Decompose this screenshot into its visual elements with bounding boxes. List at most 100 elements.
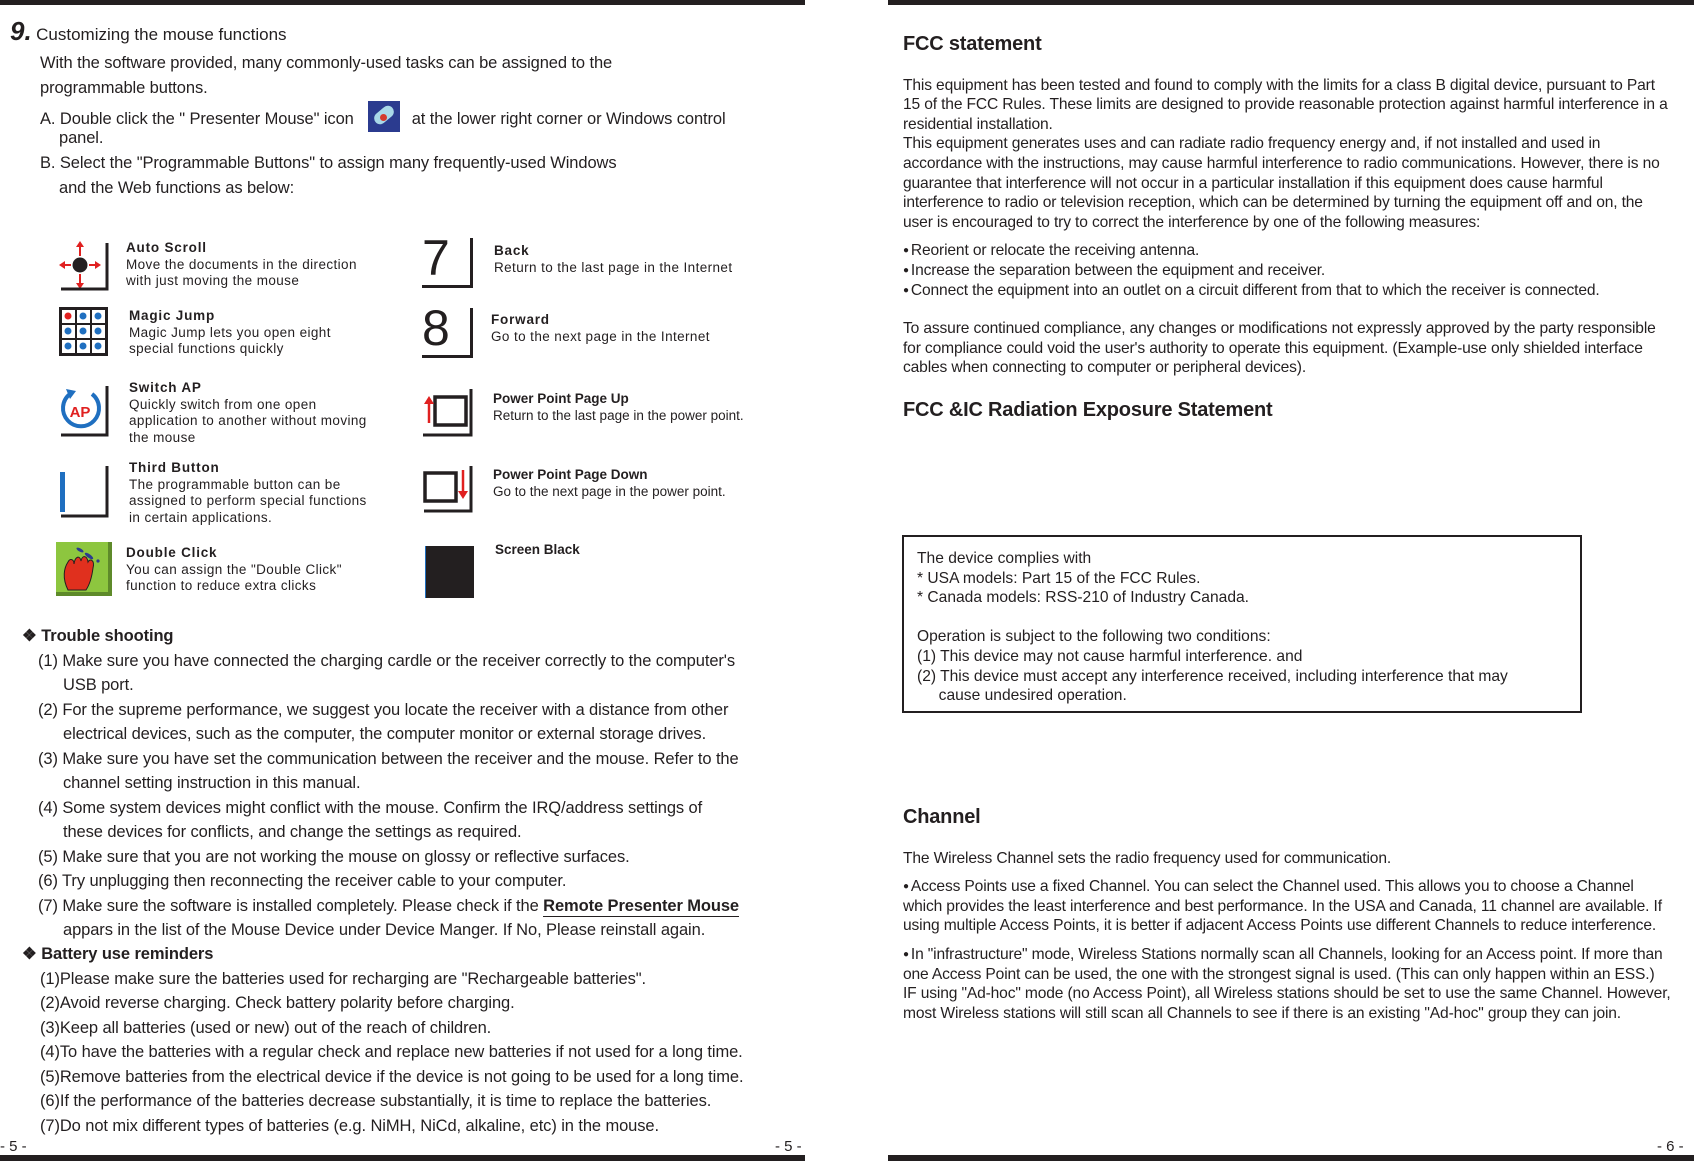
compliance-para: To assure continued compliance, any chan… (903, 320, 1656, 377)
function-auto-scroll: Auto Scroll Move the documents in the di… (58, 240, 398, 300)
troubleshooting-item: (3) Make sure you have set the communica… (38, 749, 739, 768)
auto-scroll-icon (59, 241, 109, 291)
left-page-bottom-rule (0, 1155, 805, 1161)
function-title: Power Point Page Down (493, 467, 648, 482)
battery-item: (2)Avoid reverse charging. Check battery… (40, 994, 515, 1012)
function-desc: Return to the last page in the Internet (494, 259, 733, 275)
switch-ap-icon: AP (61, 386, 109, 437)
function-switch-ap: AP Switch AP Quickly switch from one ope… (58, 380, 398, 450)
function-double-click: Double Click You can assign the "Double … (56, 542, 396, 602)
troubleshooting-item: (2) For the supreme performance, we sugg… (38, 700, 729, 719)
section-title: Customizing the mouse functions (36, 25, 287, 44)
function-third-button: Third Button The programmable button can… (58, 460, 398, 530)
intro-line: With the software provided, many commonl… (40, 54, 613, 72)
measure-text: Connect the equipment into an outlet on … (910, 281, 1600, 299)
function-title: Switch AP (129, 380, 202, 395)
function-magic-jump: Magic Jump Magic Jump lets you open eigh… (58, 306, 398, 366)
fcc-measures: Reorient or relocate the receiving anten… (903, 241, 1673, 300)
measure-item: Increase the separation between the equi… (903, 261, 1673, 281)
function-title: Third Button (129, 460, 220, 475)
battery-item: (1)Please make sure the batteries used f… (40, 969, 646, 988)
function-desc: assigned to perform special functions (129, 493, 367, 508)
function-text: Power Point Page Up Return to the last p… (493, 391, 744, 424)
compliance-box-line: cause undesired operation. (917, 687, 1127, 705)
troubleshooting-item-cont: these devices for conflicts, and change … (63, 823, 522, 841)
function-screen-black: Screen Black (425, 542, 785, 598)
channel-section: Channel The Wireless Channel sets the ra… (903, 807, 1673, 1023)
page-up-icon (423, 389, 473, 437)
intro-line: programmable buttons. (40, 79, 208, 97)
function-desc: The programmable button can be (129, 476, 341, 492)
radiation-title: FCC &IC Radiation Exposure Statement (903, 398, 1273, 421)
troubleshooting-item-cont: electrical devices, such as the computer… (63, 725, 707, 743)
fcc-para: This equipment generates uses and can ra… (903, 135, 1660, 231)
fcc-section: FCC statement This equipment has been te… (903, 33, 1673, 421)
battery-heading: ❖ Battery use reminders (22, 942, 812, 967)
function-text: Forward Go to the next page in the Inter… (491, 312, 710, 345)
bullet-icon (903, 878, 911, 895)
function-text: Screen Black (495, 542, 580, 559)
battery-item: (7)Do not mix different types of batteri… (40, 1116, 659, 1135)
svg-text:AP: AP (70, 404, 91, 421)
function-desc: special functions quickly (129, 341, 284, 356)
presenter-mouse-icon (367, 101, 400, 132)
function-text: Double Click You can assign the "Double … (126, 545, 342, 595)
function-desc: Go to the next page in the power point. (493, 483, 726, 499)
function-desc: with just moving the mouse (126, 273, 300, 288)
step-a: A. Double click the " Presenter Mouse" i… (40, 101, 726, 132)
bullet-icon (903, 242, 911, 259)
channel-adhoc: IF using "Ad-hoc" mode (no Access Point)… (903, 985, 1671, 1022)
function-title: Double Click (126, 545, 218, 560)
function-text: Switch AP Quickly switch from one open a… (129, 380, 367, 446)
function-desc: Go to the next page in the Internet (491, 328, 710, 344)
troubleshooting-title: Trouble shooting (41, 627, 174, 645)
function-desc: You can assign the "Double Click" (126, 561, 342, 577)
troubleshooting-item: (5) Make sure that you are not working t… (38, 847, 630, 866)
battery-section: ❖ Battery use reminders (1)Please make s… (22, 942, 812, 1138)
channel-bullet-text: Access Points use a fixed Channel. You c… (903, 878, 1662, 935)
channel-bullet: In "infrastructure" mode, Wireless Stati… (903, 945, 1673, 984)
diamond-bullet-icon: ❖ (22, 627, 37, 645)
third-button-icon (60, 466, 109, 518)
measure-item: Connect the equipment into an outlet on … (903, 281, 1673, 301)
right-page-bottom-rule (888, 1155, 1694, 1161)
battery-item: (6)If the performance of the batteries d… (40, 1092, 712, 1110)
battery-item: (5)Remove batteries from the electrical … (40, 1067, 744, 1086)
double-click-icon (56, 542, 112, 596)
function-text: Magic Jump Magic Jump lets you open eigh… (129, 308, 331, 358)
measure-text: Reorient or relocate the receiving anten… (910, 242, 1200, 260)
troubleshooting-item: (7) Make sure the software is installed … (22, 894, 812, 919)
magic-jump-icon (59, 307, 108, 356)
step-b-cont: and the Web functions as below: (59, 179, 295, 197)
right-page-top-rule (888, 0, 1694, 5)
function-desc: Quickly switch from one open (129, 396, 317, 412)
troubleshooting-item-cont: USB port. (63, 676, 134, 694)
left-page-top-rule (0, 0, 805, 5)
bullet-icon (903, 946, 911, 963)
battery-list: (1)Please make sure the batteries used f… (22, 967, 812, 1139)
screen-black-icon (425, 546, 474, 598)
compliance-box-lines: The device complies with * USA models: Pa… (917, 549, 1567, 706)
bullet-icon (903, 262, 911, 279)
step-a-suffix: at the lower right corner or Windows con… (411, 110, 726, 128)
function-title: Back (494, 243, 530, 258)
battery-title: Battery use reminders (41, 945, 214, 963)
page-number-left-outer: - 5 - (775, 1138, 802, 1155)
compliance-box-line: Operation is subject to the following tw… (917, 628, 1271, 646)
function-desc: Move the documents in the direction (126, 256, 357, 272)
channel-bullet-text: In "infrastructure" mode, Wireless Stati… (903, 945, 1663, 983)
function-title: Forward (491, 312, 550, 327)
compliance-box: The device complies with * USA models: Pa… (902, 535, 1582, 713)
remote-presenter-mouse-label: Remote Presenter Mouse (543, 896, 740, 917)
function-back: 7 Back Return to the last page in the In… (422, 230, 782, 290)
fcc-title: FCC statement (903, 33, 1042, 55)
troubleshooting-item-cont: channel setting instruction in this manu… (63, 774, 361, 792)
back-icon: 7 (422, 230, 474, 288)
compliance-box-line (917, 608, 1567, 628)
function-desc: Magic Jump lets you open eight (129, 324, 331, 340)
channel-intro: The Wireless Channel sets the radio freq… (903, 849, 1392, 867)
item7-text: (7) Make sure the software is installed … (38, 896, 544, 915)
step-b: B. Select the "Programmable Buttons" to … (40, 154, 617, 172)
function-text: Power Point Page Down Go to the next pag… (493, 467, 726, 500)
function-desc: the mouse (129, 429, 196, 445)
